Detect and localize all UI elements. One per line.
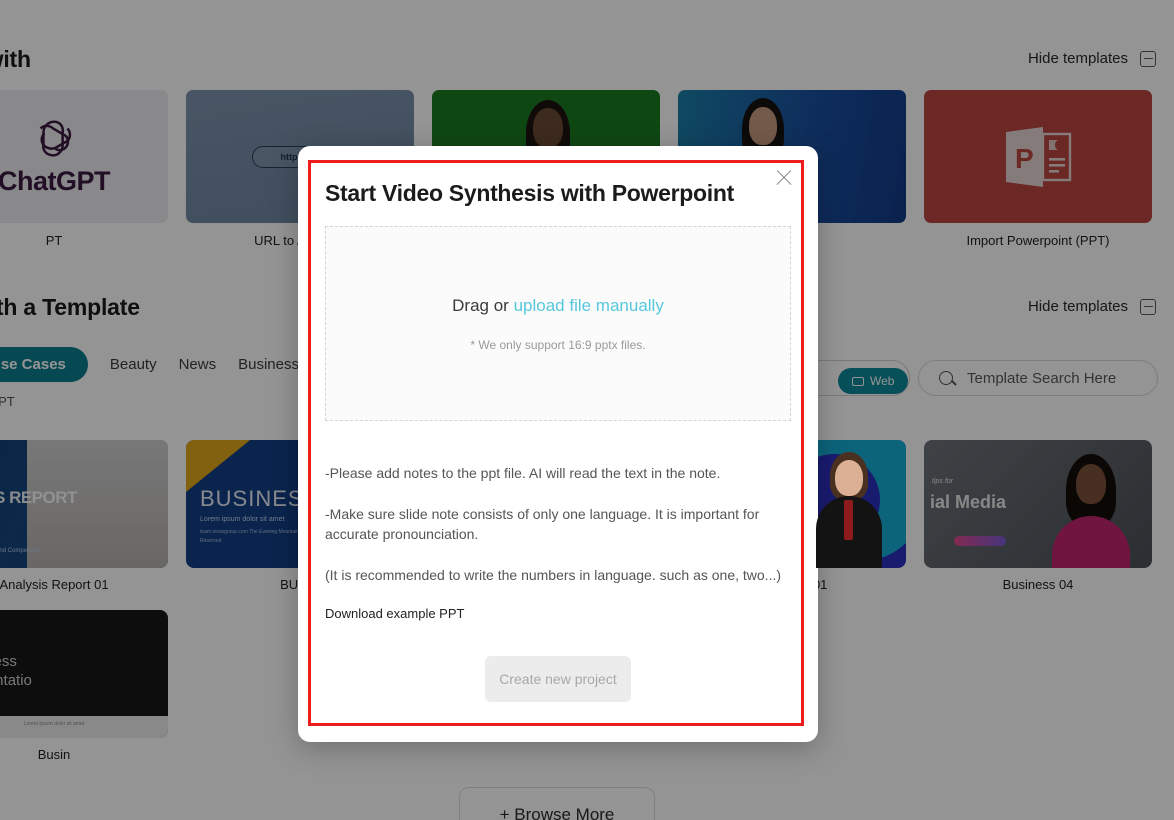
modal-notes: -Please add notes to the ppt file. AI wi… bbox=[325, 463, 791, 621]
upload-file-link[interactable]: upload file manually bbox=[514, 296, 664, 315]
file-dropzone[interactable]: Drag or upload file manually * We only s… bbox=[325, 226, 791, 421]
note-line-2: -Make sure slide note consists of only o… bbox=[325, 506, 760, 542]
note-line-1: -Please add notes to the ppt file. AI wi… bbox=[325, 465, 721, 481]
screen: t with Hide templates ChatGPT bbox=[0, 0, 1174, 820]
note-line-3: (It is recommended to write the numbers … bbox=[325, 567, 782, 583]
avatar-silhouette bbox=[816, 452, 882, 568]
powerpoint-upload-modal: Start Video Synthesis with Powerpoint Dr… bbox=[298, 146, 818, 742]
modal-title: Start Video Synthesis with Powerpoint bbox=[325, 180, 734, 206]
dropzone-main-text: Drag or upload file manually bbox=[452, 296, 664, 316]
download-example-ppt-link[interactable]: Download example PPT bbox=[325, 606, 791, 621]
dropzone-format-note: * We only support 16:9 pptx files. bbox=[470, 337, 646, 352]
close-icon[interactable] bbox=[774, 168, 794, 188]
dropzone-drag-label: Drag or bbox=[452, 295, 514, 315]
create-new-project-button[interactable]: Create new project bbox=[485, 656, 631, 702]
